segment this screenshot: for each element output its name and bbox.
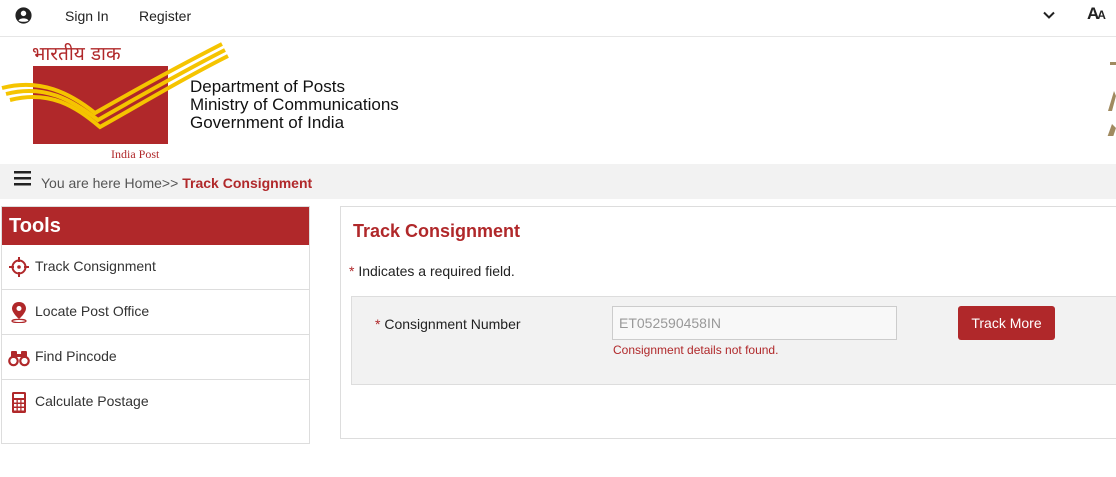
breadcrumb-bar: You are here Home>> Track Consignment [0, 164, 1116, 199]
tools-item-label: Calculate Postage [35, 393, 149, 409]
tools-item-label: Track Consignment [35, 258, 156, 274]
tools-item-label: Locate Post Office [35, 303, 150, 319]
tools-panel: Tools Track Consignment Locate Post Offi… [1, 206, 310, 444]
crosshair-icon [9, 257, 29, 277]
partial-emblem-icon [1107, 62, 1116, 136]
binoculars-icon [8, 351, 30, 367]
track-more-button[interactable]: Track More [958, 306, 1055, 340]
tools-item-find-pincode[interactable]: Find Pincode [2, 335, 309, 380]
page-title: Track Consignment [353, 221, 521, 241]
dept-line-3: Government of India [190, 113, 345, 132]
breadcrumb: You are here Home>> Track Consignment [41, 175, 312, 191]
register-link[interactable]: Register [139, 8, 191, 24]
track-consignment-card: Track Consignment * Indicates a required… [340, 206, 1116, 439]
consignment-number-label: * Consignment Number [375, 316, 521, 332]
hamburger-menu-icon[interactable] [14, 171, 31, 186]
font-toggle-large-letter: A [1087, 4, 1099, 23]
map-pin-icon [11, 302, 27, 323]
consignment-number-input[interactable] [612, 306, 897, 340]
user-account-icon[interactable] [15, 7, 32, 24]
logo-english-text: India Post [111, 147, 160, 161]
calculator-icon [12, 392, 26, 413]
top-bar: Sign In Register AA [0, 0, 1116, 37]
font-toggle-small-letter: A [1097, 8, 1106, 22]
required-star: * [375, 316, 381, 332]
tools-item-track-consignment[interactable]: Track Consignment [2, 245, 309, 290]
tools-item-label: Find Pincode [35, 348, 117, 364]
breadcrumb-current: Track Consignment [182, 175, 313, 191]
tools-item-locate-post-office[interactable]: Locate Post Office [2, 290, 309, 335]
tools-item-calculate-postage[interactable]: Calculate Postage [2, 380, 309, 425]
breadcrumb-home[interactable]: You are here Home>> [41, 175, 178, 191]
required-star: * [349, 263, 355, 279]
consignment-number-label-text: Consignment Number [384, 316, 521, 332]
site-header: भारतीय डाक India Post Department of Post… [0, 38, 1116, 162]
required-note-text: Indicates a required field. [358, 263, 515, 279]
font-size-toggle[interactable]: AA [1087, 4, 1106, 24]
sign-in-link[interactable]: Sign In [65, 8, 109, 24]
required-field-note: * Indicates a required field. [349, 263, 515, 279]
dept-line-1: Department of Posts [190, 77, 345, 96]
consignment-form: * Consignment Number Consignment details… [351, 296, 1116, 385]
dept-line-2: Ministry of Communications [190, 95, 399, 114]
error-message: Consignment details not found. [613, 343, 779, 357]
department-title: Department of Posts Ministry of Communic… [190, 78, 399, 132]
chevron-down-icon[interactable] [1041, 7, 1057, 23]
tools-heading: Tools [2, 207, 309, 245]
